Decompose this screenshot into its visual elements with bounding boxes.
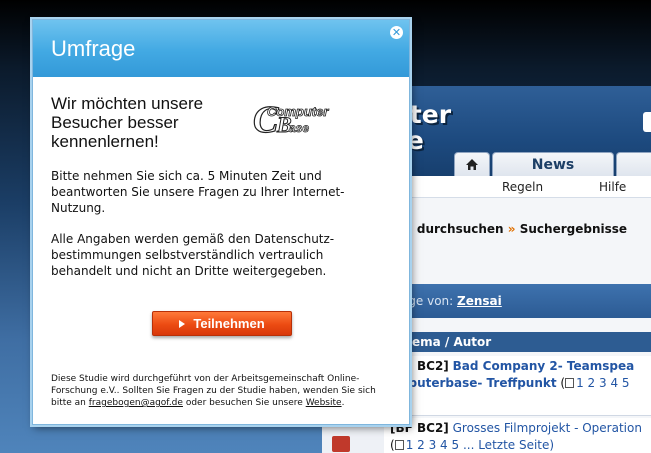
participate-button[interactable]: Teilnehmen <box>152 311 292 336</box>
table-header-topic-author: ema / Autor <box>412 335 492 349</box>
house-icon <box>466 159 478 170</box>
close-icon[interactable]: ✕ <box>390 26 403 39</box>
breadcrumb-search[interactable]: en durchsuchen <box>396 222 504 236</box>
topic-link-continued[interactable]: mputerbase- Treffpunkt <box>396 376 557 390</box>
study-disclaimer: Diese Studie wird durchgeführt von der A… <box>51 374 376 408</box>
computerbase-logo: C Computer B ase <box>252 98 329 141</box>
breadcrumb-results: Suchergebnisse <box>519 222 628 236</box>
participate-button-label: Teilnehmen <box>193 316 265 331</box>
tab-home[interactable] <box>454 152 490 176</box>
page-links[interactable]: 1 2 3 4 5 <box>576 376 629 390</box>
page-links[interactable]: 1 2 3 4 5 <box>406 438 459 452</box>
contact-email-link[interactable]: fragebogen@agof.de <box>89 398 183 408</box>
privacy-paragraph: Alle Angaben werden gemäß den Datenschut… <box>51 232 335 278</box>
tab-next[interactable] <box>616 152 651 176</box>
topic-link[interactable]: Bad Company 2- Teamspea <box>453 359 635 373</box>
pages-icon <box>394 440 404 450</box>
survey-popup: Umfrage ✕ Wir möchten unsere Besucher be… <box>32 19 410 425</box>
pages-icon <box>565 378 575 388</box>
welcome-heading: Wir möchten unsere Besucher besser kenne… <box>51 94 204 151</box>
svg-text:ase: ase <box>289 121 309 135</box>
website-link[interactable]: Website <box>306 398 342 408</box>
search-box[interactable] <box>643 112 651 132</box>
subnav-rules[interactable]: Regeln <box>502 180 543 194</box>
play-icon <box>179 319 186 328</box>
results-user-link[interactable]: Zensai <box>457 294 502 308</box>
tab-news[interactable]: News <box>492 152 614 176</box>
popup-header: Umfrage ✕ <box>33 20 409 77</box>
subnav-help[interactable]: Hilfe <box>599 180 626 194</box>
topic-link[interactable]: Grosses Filmprojekt - Operation <box>453 421 642 435</box>
disclaimer-text-2: oder besuchen Sie unsere <box>185 398 303 408</box>
breadcrumb-separator: » <box>507 222 516 236</box>
topic-status-icon <box>332 436 350 452</box>
popup-title: Umfrage <box>51 36 136 61</box>
intro-paragraph: Bitte nehmen Sie sich ca. 5 Minuten Zeit… <box>51 169 345 215</box>
last-page-link[interactable]: ... Letzte Seite) <box>463 438 554 452</box>
